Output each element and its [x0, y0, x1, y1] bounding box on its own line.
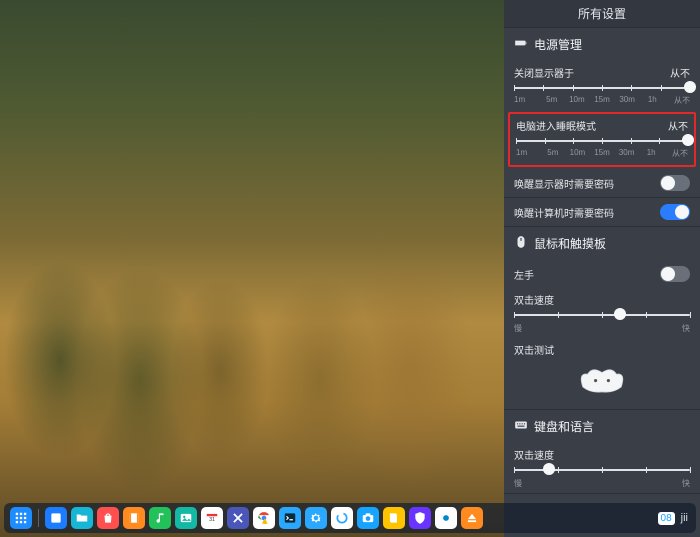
section-power-label: 电源管理 [534, 36, 582, 53]
dbl-speed-minmax: 慢 快 [514, 323, 690, 334]
left-hand-toggle[interactable] [660, 266, 690, 282]
dock-tray[interactable]: 08 jii [658, 512, 690, 525]
row-display-off: 关闭显示器于 从不 1m 5m 10m [504, 61, 700, 110]
dock-file-manager[interactable] [71, 507, 93, 529]
row-kb-repeat: 双击速度 慢 快 [504, 443, 700, 493]
dock-settings[interactable] [305, 507, 327, 529]
display-off-label: 关闭显示器于 [514, 65, 574, 80]
section-keyboard-label: 键盘和语言 [534, 418, 594, 435]
tray-badge: 08 [658, 512, 675, 525]
wake-computer-pw-toggle[interactable] [660, 204, 690, 220]
dock-manual[interactable] [383, 507, 405, 529]
dbl-speed-label: 双击速度 [514, 292, 690, 307]
left-hand-label: 左手 [514, 267, 534, 282]
section-mouse-header[interactable]: 鼠标和触摸板 [504, 227, 700, 260]
dock-spinner[interactable] [331, 507, 353, 529]
section-mouse-label: 鼠标和触摸板 [534, 235, 606, 252]
dock-multitask[interactable] [45, 507, 67, 529]
dock-safe[interactable] [409, 507, 431, 529]
dock-video[interactable] [123, 507, 145, 529]
section-power-header[interactable]: 电源管理 [504, 28, 700, 61]
sleep-ticks: 1m 5m 10m 15m 30m 1h 从不 [516, 148, 688, 159]
dock-calendar[interactable]: 31 [201, 507, 223, 529]
wake-display-pw-label: 唤醒显示器时需要密码 [514, 176, 614, 191]
cat-icon [575, 363, 629, 395]
sleep-slider[interactable] [516, 136, 688, 146]
kb-repeat-slider[interactable] [514, 465, 690, 475]
dock-deepin[interactable] [435, 507, 457, 529]
dock-terminal[interactable] [279, 507, 301, 529]
row-wake-display-pw: 唤醒显示器时需要密码 [504, 169, 700, 197]
row-sleep-highlight: 电脑进入睡眠模式 从不 1m 5m 10m [508, 112, 696, 167]
row-dbl-test: 双击测试 [504, 338, 700, 409]
tray-time: jii [681, 512, 688, 524]
row-dbl-speed: 双击速度 慢 快 [504, 288, 700, 338]
wake-computer-pw-label: 唤醒计算机时需要密码 [514, 205, 614, 220]
section-keyboard: 键盘和语言 双击速度 慢 快 [504, 410, 700, 494]
kb-repeat-label: 双击速度 [514, 447, 690, 462]
sleep-label: 电脑进入睡眠模式 [516, 118, 596, 133]
dock-separator [38, 509, 39, 527]
dock-crossover[interactable] [227, 507, 249, 529]
keyboard-icon [514, 418, 528, 435]
sleep-value: 从不 [668, 118, 688, 133]
wake-display-pw-toggle[interactable] [660, 175, 690, 191]
kb-repeat-minmax: 慢 快 [514, 478, 690, 489]
dock-eject[interactable] [461, 507, 483, 529]
dock-chrome[interactable] [253, 507, 275, 529]
battery-icon [514, 36, 528, 53]
section-mouse: 鼠标和触摸板 左手 双击速度 慢 [504, 227, 700, 410]
dbl-test-target[interactable] [575, 363, 629, 395]
display-off-ticks: 1m 5m 10m 15m 30m 1h 从不 [514, 95, 690, 106]
dock-camera[interactable] [357, 507, 379, 529]
panel-title: 所有设置 [504, 0, 700, 28]
section-keyboard-header[interactable]: 键盘和语言 [504, 410, 700, 443]
row-wake-computer-pw: 唤醒计算机时需要密码 [504, 197, 700, 226]
dock: 31 08 jii [4, 503, 696, 533]
display-off-slider[interactable] [514, 83, 690, 93]
dock-viewer[interactable] [175, 507, 197, 529]
section-power: 电源管理 关闭显示器于 从不 [504, 28, 700, 227]
panel-title-text: 所有设置 [578, 5, 626, 22]
dbl-speed-slider[interactable] [514, 310, 690, 320]
display-off-value: 从不 [670, 65, 690, 80]
dbl-test-label: 双击测试 [514, 342, 690, 357]
svg-text:31: 31 [209, 517, 215, 523]
dock-store[interactable] [97, 507, 119, 529]
dock-music[interactable] [149, 507, 171, 529]
dock-launcher[interactable] [10, 507, 32, 529]
row-left-hand: 左手 [504, 260, 700, 288]
settings-panel: 所有设置 电源管理 关闭显示器于 从不 [504, 0, 700, 537]
mouse-icon [514, 235, 528, 252]
